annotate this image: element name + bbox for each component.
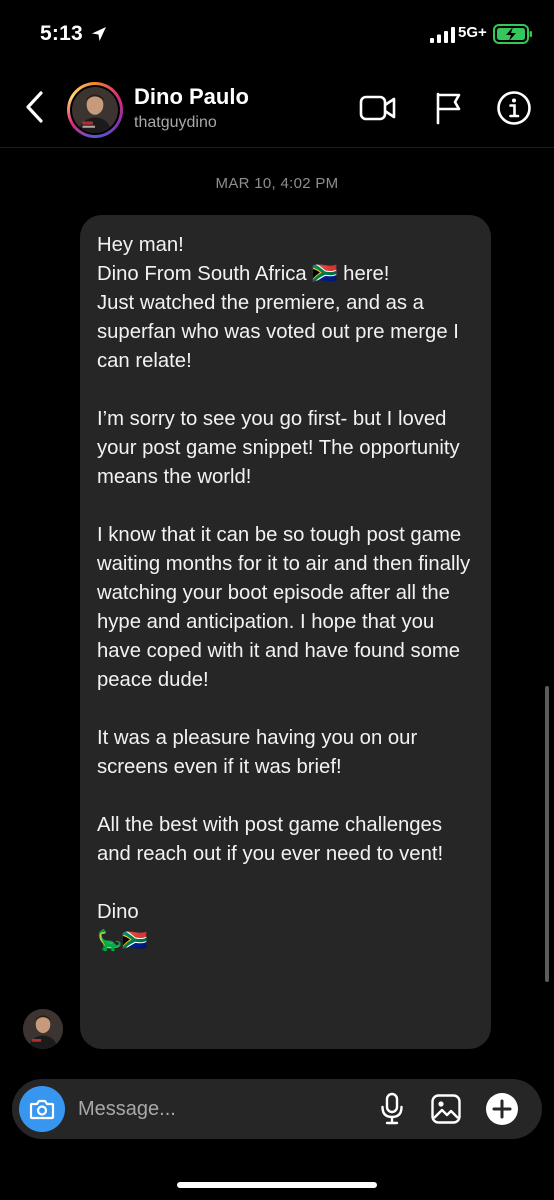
network-type: 5G+ [458,24,487,41]
contact-handle[interactable]: thatguydino [134,114,217,132]
camera-icon [29,1099,55,1120]
message-composer [12,1079,542,1139]
status-time: 5:13 [40,22,83,45]
back-button[interactable] [18,84,52,130]
received-message-bubble[interactable]: Hey man! Dino From South Africa 🇿🇦 here!… [80,215,491,1049]
battery-charging-icon [493,24,532,44]
more-options-button[interactable] [484,1091,520,1127]
status-bar: 5:13 5G+ [0,0,554,70]
location-arrow-icon [92,27,106,41]
plus-circle-icon [486,1093,518,1125]
scrollbar[interactable] [545,686,549,982]
flag-icon [436,92,461,125]
voice-message-button[interactable] [374,1091,410,1127]
message-input[interactable] [78,1091,368,1127]
video-call-button[interactable] [358,88,398,128]
contact-photo [72,87,118,133]
contact-avatar[interactable] [67,82,123,138]
cellular-signal-icon [430,27,455,43]
gallery-button[interactable] [428,1091,464,1127]
conversation-info-button[interactable] [494,88,534,128]
video-camera-icon [359,95,396,121]
message-timestamp: MAR 10, 4:02 PM [215,175,339,192]
image-gallery-icon [431,1094,461,1124]
home-indicator[interactable] [177,1182,377,1188]
contact-name[interactable]: Dino Paulo [134,84,249,110]
dm-screen: 5:13 5G+ Dino Paulo thatguydino MAR 10, … [0,0,554,1200]
info-icon [497,91,531,125]
message-text: Hey man! Dino From South Africa 🇿🇦 here!… [97,234,471,952]
report-flag-button[interactable] [428,88,468,128]
camera-button[interactable] [19,1086,65,1132]
chat-header: Dino Paulo thatguydino [0,70,554,148]
chevron-left-icon [26,91,43,123]
sender-avatar[interactable] [23,1009,63,1049]
microphone-icon [381,1092,403,1125]
